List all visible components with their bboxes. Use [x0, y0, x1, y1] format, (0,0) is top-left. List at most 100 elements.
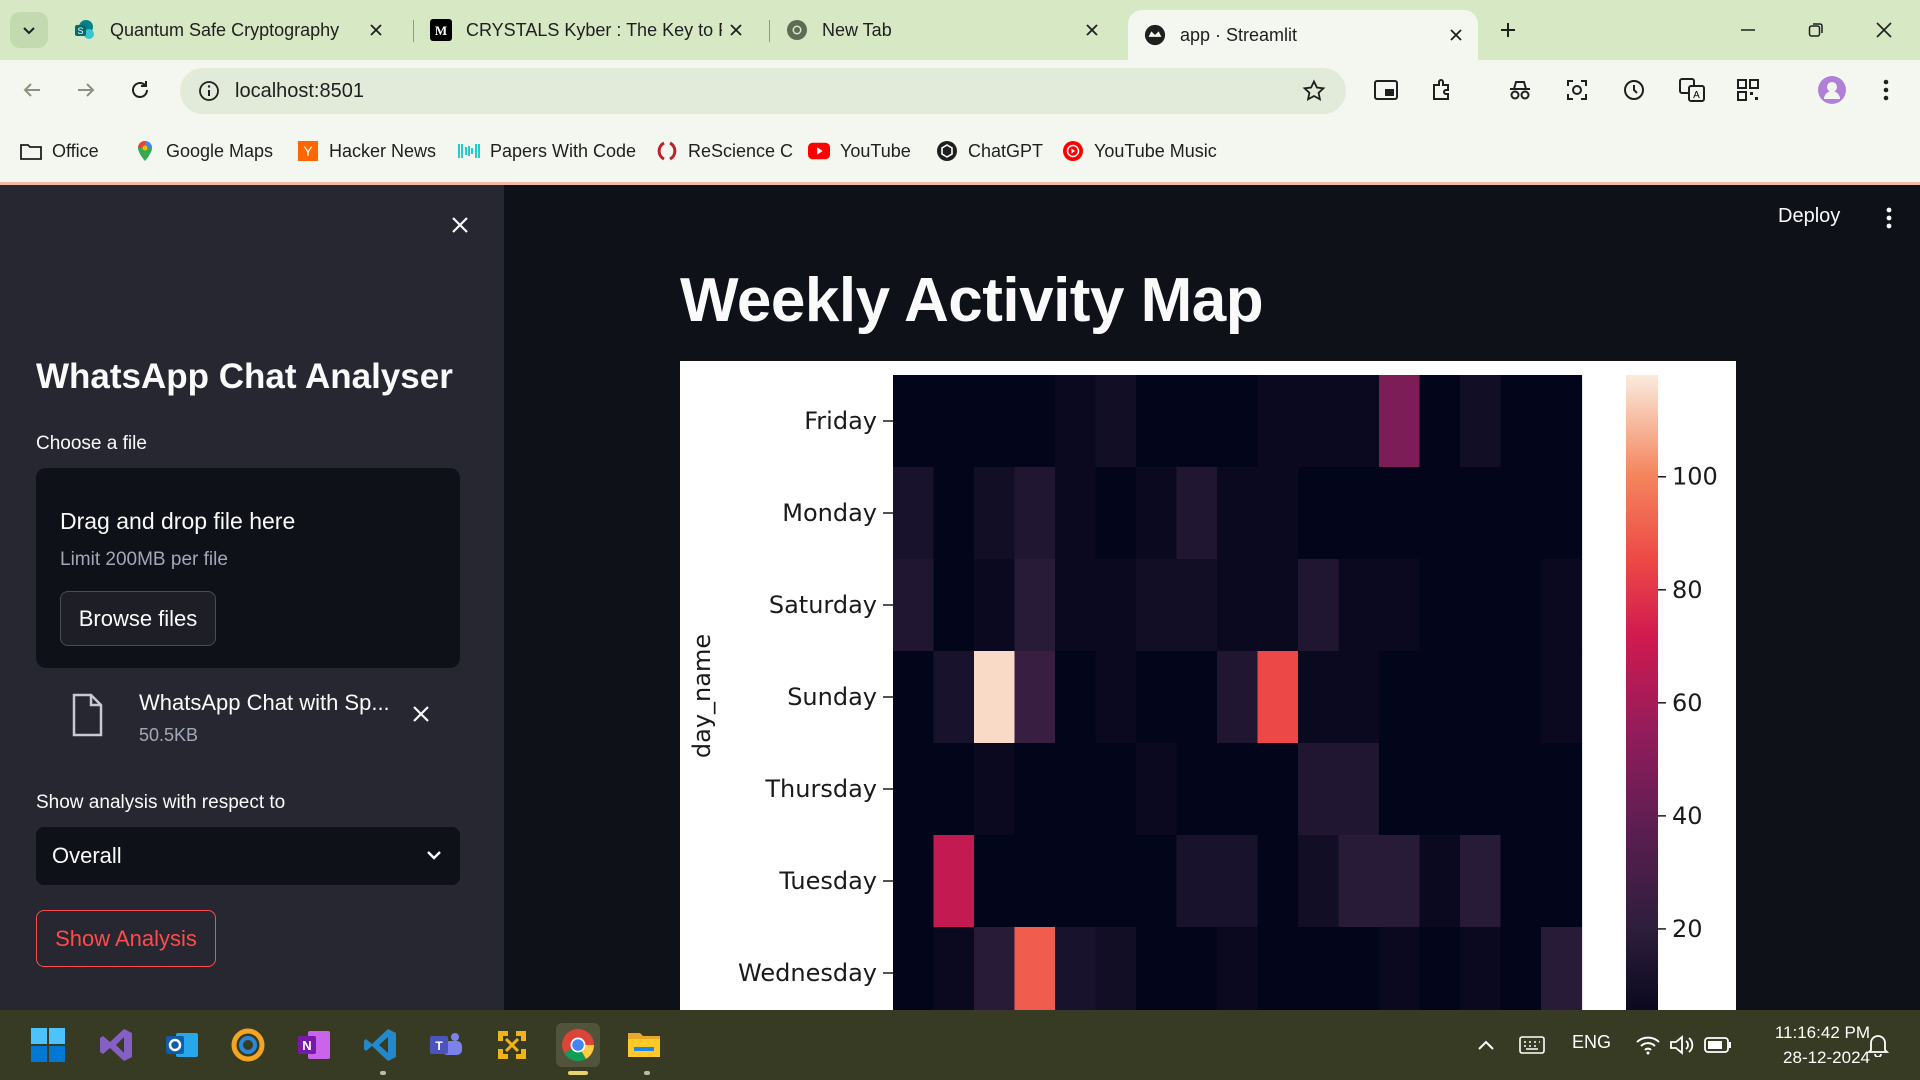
- jupyter-icon[interactable]: [490, 1023, 534, 1067]
- notification-bell-icon[interactable]: [1864, 1032, 1892, 1058]
- heatmap-cell: [1136, 467, 1178, 560]
- bookmark-rescience[interactable]: ReScience C: [656, 138, 793, 164]
- bookmark-google-maps[interactable]: Google Maps: [134, 138, 273, 164]
- chrome-menu-icon[interactable]: [1870, 74, 1902, 106]
- show-analysis-button[interactable]: Show Analysis: [36, 910, 216, 967]
- qr-code-icon[interactable]: [1732, 74, 1764, 106]
- chevron-up-icon[interactable]: [1472, 1032, 1500, 1058]
- minimize-button[interactable]: [1720, 10, 1776, 50]
- system-clock[interactable]: 11:16:42 PM 28-12-2024: [1748, 1020, 1870, 1070]
- forward-button[interactable]: [68, 72, 104, 108]
- main-content: Deploy Weekly Activity Map Friday Monday S…: [504, 185, 1920, 1010]
- bookmark-label: Office: [52, 140, 99, 161]
- heatmap-cell: [1095, 743, 1137, 836]
- close-window-button[interactable]: [1856, 10, 1912, 50]
- heatmap-cell: [1419, 835, 1461, 928]
- history-icon[interactable]: [1618, 74, 1650, 106]
- heatmap-cell: [893, 651, 935, 744]
- heatmap-cell: [1500, 559, 1542, 652]
- file-explorer-icon[interactable]: [622, 1023, 666, 1067]
- chrome-icon: [786, 19, 808, 41]
- translate-icon[interactable]: A: [1676, 74, 1708, 106]
- tab-quantum-safe[interactable]: S Quantum Safe Cryptography: [58, 10, 398, 50]
- vscode-icon[interactable]: [358, 1023, 402, 1067]
- heatmap-cell: [1379, 743, 1421, 836]
- minimize-icon: [1741, 29, 1755, 31]
- remove-file-button[interactable]: [404, 697, 438, 731]
- active-app-indicator: [568, 1071, 588, 1075]
- close-icon[interactable]: [362, 16, 390, 44]
- close-icon[interactable]: [722, 16, 750, 44]
- file-dropzone[interactable]: Drag and drop file here Limit 200MB per …: [36, 468, 460, 668]
- incognito-icon[interactable]: [1504, 74, 1536, 106]
- bookmark-chatgpt[interactable]: ChatGPT: [936, 138, 1043, 164]
- back-button[interactable]: [14, 72, 50, 108]
- snipping-icon[interactable]: [226, 1023, 270, 1067]
- browser-tab-strip: S Quantum Safe Cryptography M CRYSTALS K…: [0, 0, 1920, 60]
- new-tab-button[interactable]: [1480, 10, 1536, 50]
- close-icon: [413, 706, 429, 722]
- close-icon[interactable]: [1442, 21, 1470, 49]
- page-title: Weekly Activity Map: [680, 266, 1264, 335]
- keyboard-icon[interactable]: [1518, 1032, 1546, 1058]
- dropzone-limit: Limit 200MB per file: [60, 549, 228, 570]
- analysis-select[interactable]: Overall: [36, 827, 460, 885]
- heatmap-cell: [1055, 375, 1097, 468]
- arrow-left-icon: [23, 83, 40, 97]
- profile-avatar[interactable]: [1816, 74, 1848, 106]
- tab-streamlit-app[interactable]: app · Streamlit: [1128, 10, 1478, 60]
- heatmap-cell: [1541, 651, 1583, 744]
- heatmap-cell: [1541, 743, 1583, 836]
- windows-start-icon[interactable]: [26, 1023, 70, 1067]
- extensions-icon[interactable]: [1426, 74, 1458, 106]
- tab-search-button[interactable]: [10, 12, 48, 48]
- onenote-icon[interactable]: N: [292, 1023, 336, 1067]
- battery-icon[interactable]: [1704, 1032, 1732, 1058]
- volume-icon[interactable]: [1668, 1032, 1696, 1058]
- bookmark-youtube[interactable]: YouTube: [808, 138, 911, 164]
- lens-icon[interactable]: [1561, 74, 1593, 106]
- youtube-music-icon: [1062, 140, 1084, 162]
- bookmark-hacker-news[interactable]: Y Hacker News: [297, 138, 436, 164]
- address-bar[interactable]: localhost:8501: [180, 68, 1346, 114]
- reload-button[interactable]: [122, 72, 158, 108]
- papers-icon: [458, 140, 480, 162]
- tab-crystals-kyber[interactable]: M CRYSTALS Kyber : The Key to Po: [414, 10, 758, 50]
- arrow-right-icon: [78, 83, 95, 97]
- bookmarks-bar: Office Google Maps Y Hacker News Papers …: [0, 120, 1920, 185]
- heatmap-cell: [1298, 651, 1340, 744]
- svg-text:A: A: [1693, 90, 1700, 101]
- heatmap-cell: [974, 927, 1016, 1010]
- bookmark-label: YouTube Music: [1094, 140, 1217, 161]
- chrome-icon[interactable]: [556, 1023, 600, 1067]
- teams-icon[interactable]: T: [424, 1023, 468, 1067]
- heatmap-cell: [1541, 467, 1583, 560]
- close-icon[interactable]: [1078, 16, 1106, 44]
- colorbar-tick-label: 80: [1672, 576, 1703, 604]
- bookmark-office[interactable]: Office: [20, 138, 99, 164]
- heatmap-cell: [1419, 743, 1461, 836]
- bookmark-youtube-music[interactable]: YouTube Music: [1062, 138, 1217, 164]
- wifi-icon[interactable]: [1634, 1032, 1662, 1058]
- uploaded-file: WhatsApp Chat with Sp... 50.5KB: [36, 683, 460, 763]
- close-icon: [452, 217, 468, 233]
- visual-studio-icon[interactable]: [94, 1023, 138, 1067]
- folder-icon: [20, 140, 42, 162]
- restore-button[interactable]: [1788, 10, 1844, 50]
- browse-files-button[interactable]: Browse files: [60, 591, 216, 646]
- heatmap-cell: [1379, 467, 1421, 560]
- outlook-icon[interactable]: [160, 1023, 204, 1067]
- heatmap-cell: [1136, 835, 1178, 928]
- tab-new-tab[interactable]: New Tab: [770, 10, 1114, 50]
- deploy-button[interactable]: Deploy: [1778, 205, 1840, 228]
- heatmap-cell: [1460, 375, 1502, 468]
- bookmark-papers-with-code[interactable]: Papers With Code: [458, 138, 636, 164]
- main-menu-icon[interactable]: [1874, 203, 1904, 233]
- language-indicator[interactable]: ENG: [1572, 1032, 1611, 1053]
- heatmap-cell: [1014, 927, 1056, 1010]
- heatmap-cell: [1541, 559, 1583, 652]
- heatmap-cell: [933, 835, 975, 928]
- collapse-sidebar-button[interactable]: [440, 205, 480, 245]
- sidebar: WhatsApp Chat Analyser Choose a file Dra…: [0, 185, 504, 1010]
- picture-in-picture-icon[interactable]: [1370, 74, 1402, 106]
